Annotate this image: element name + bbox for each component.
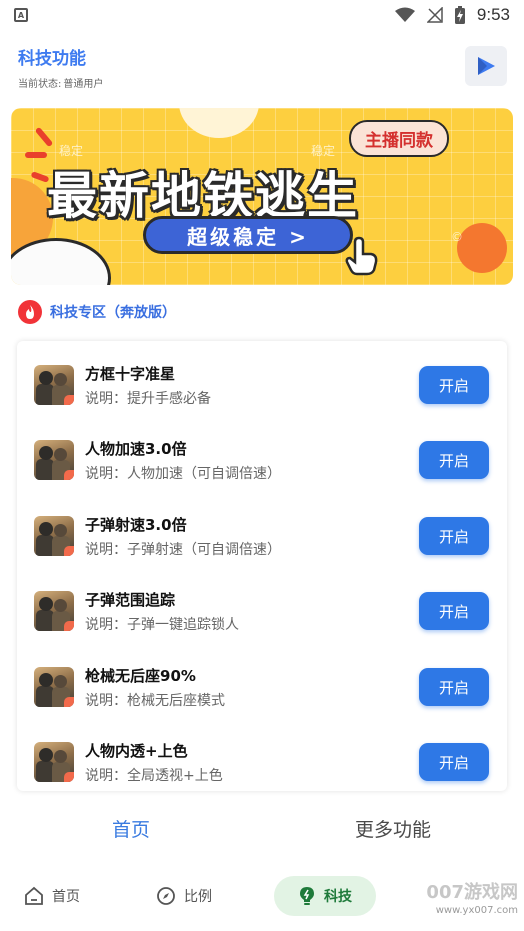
feature-desc-text: 子弹一键追踪锁人 [127,616,239,633]
banner-decor-spark [25,152,47,158]
status-bar: A 9:53 [0,0,524,30]
feature-description: 说明： 子弹射速（可自调倍速） [85,539,281,559]
page-title: 科技功能 [18,49,86,69]
play-store-icon [478,57,495,75]
feature-desc-text: 人物加速（可自调倍速） [127,465,281,482]
nav-item-tech[interactable]: 科技 [274,876,376,916]
nav-item-ratio[interactable]: 比例 [156,886,212,906]
enable-button[interactable]: 开启 [419,592,489,630]
play-button[interactable] [465,46,507,86]
feature-list: 方框十字准星 说明： 提升手感必备 开启 人物加速3.0倍 说明： 人物加速（可自调… [17,341,507,791]
user-status-value: 普通用户 [63,79,104,90]
site-watermark: 007游戏网 [426,882,518,903]
feature-desc-label: 说明： [85,692,127,709]
feature-text: 方框十字准星 说明： 提升手感必备 [85,363,211,408]
feature-desc-label: 说明： [85,767,127,784]
feature-title: 子弹射速3.0倍 [85,515,187,534]
feature-title: 方框十字准星 [85,364,176,383]
status-icons: 9:53 [394,5,510,25]
enable-button[interactable]: 开启 [419,668,489,706]
feature-title: 人物加速3.0倍 [85,439,187,458]
feature-desc-text: 枪械无后座模式 [127,692,225,709]
feature-text: 人物加速3.0倍 说明： 人物加速（可自调倍速） [85,438,281,483]
site-watermark-url: www.yx007.com [435,905,518,916]
section-title: 科技专区（奔放版） [50,305,176,321]
pointer-hand-icon [345,236,378,276]
feature-desc-text: 提升手感必备 [127,390,211,407]
banner-watermark: © [451,230,463,244]
no-signal-icon [426,7,443,23]
fire-icon [18,300,42,324]
clock: 9:53 [476,5,510,24]
nav-label: 科技 [324,889,352,905]
battery-charging-icon [454,6,465,24]
home-icon [25,886,43,905]
banner-decor-blob [179,108,259,138]
tab-home[interactable]: 首页 [0,800,262,856]
game-thumbnail [34,516,74,556]
user-status-label: 当前状态: [18,79,62,90]
tab-bar: 首页 更多功能 [0,800,524,856]
nav-item-home[interactable]: 首页 [24,886,80,906]
banner-decor-blob [11,238,111,285]
feature-text: 子弹范围追踪 说明： 子弹一键追踪锁人 [85,589,239,634]
feature-title: 人物内透+上色 [85,741,188,760]
list-item: 枪械无后座90% 说明： 枪械无后座模式 开启 [17,657,507,717]
feature-desc-text: 全局透视+上色 [127,767,223,784]
enable-button[interactable]: 开启 [419,366,489,404]
game-thumbnail [34,365,74,405]
list-item: 子弹射速3.0倍 说明： 子弹射速（可自调倍速） 开启 [17,506,507,566]
section-header: 科技专区（奔放版） [18,300,176,324]
feature-title: 枪械无后座90% [85,666,196,685]
feature-desc-text: 子弹射速（可自调倍速） [127,541,281,558]
app-notification-icon: A [14,8,28,22]
feature-desc-label: 说明： [85,541,127,558]
promo-banner[interactable]: 稳定 稳定 © 主播同款 最新地铁逃生 超级稳定 > [11,108,513,285]
feature-desc-label: 说明： [85,390,127,407]
feature-description: 说明： 全局透视+上色 [85,765,223,785]
feature-text: 枪械无后座90% 说明： 枪械无后座模式 [85,665,225,710]
banner-badge: 主播同款 [349,120,449,157]
app-header: 科技功能 当前状态: 普通用户 [18,44,103,90]
game-thumbnail [34,742,74,782]
user-status: 当前状态: 普通用户 [18,75,103,90]
feature-desc-label: 说明： [85,465,127,482]
list-item: 人物加速3.0倍 说明： 人物加速（可自调倍速） 开启 [17,430,507,490]
bulb-icon [300,887,314,905]
feature-text: 子弹射速3.0倍 说明： 子弹射速（可自调倍速） [85,514,281,559]
wifi-icon [394,7,415,22]
game-thumbnail [34,440,74,480]
game-thumbnail [34,591,74,631]
feature-text: 人物内透+上色 说明： 全局透视+上色 [85,740,223,785]
tab-more-features[interactable]: 更多功能 [262,800,524,856]
game-thumbnail [34,667,74,707]
nav-label: 首页 [52,889,80,905]
banner-decor-blob [457,223,507,273]
list-item: 人物内透+上色 说明： 全局透视+上色 开启 [17,732,507,791]
list-item: 子弹范围追踪 说明： 子弹一键追踪锁人 开启 [17,581,507,641]
feature-title: 子弹范围追踪 [85,590,176,609]
enable-button[interactable]: 开启 [419,441,489,479]
compass-icon [157,887,175,905]
feature-description: 说明： 枪械无后座模式 [85,690,225,710]
feature-description: 说明： 子弹一键追踪锁人 [85,614,239,634]
banner-decor-spark [34,126,54,148]
feature-description: 说明： 人物加速（可自调倍速） [85,463,281,483]
enable-button[interactable]: 开启 [419,517,489,555]
nav-label: 比例 [184,889,212,905]
feature-description: 说明： 提升手感必备 [85,388,211,408]
feature-desc-label: 说明： [85,616,127,633]
enable-button[interactable]: 开启 [419,743,489,781]
banner-cta[interactable]: 超级稳定 > [143,216,353,254]
list-item: 方框十字准星 说明： 提升手感必备 开启 [17,355,507,415]
